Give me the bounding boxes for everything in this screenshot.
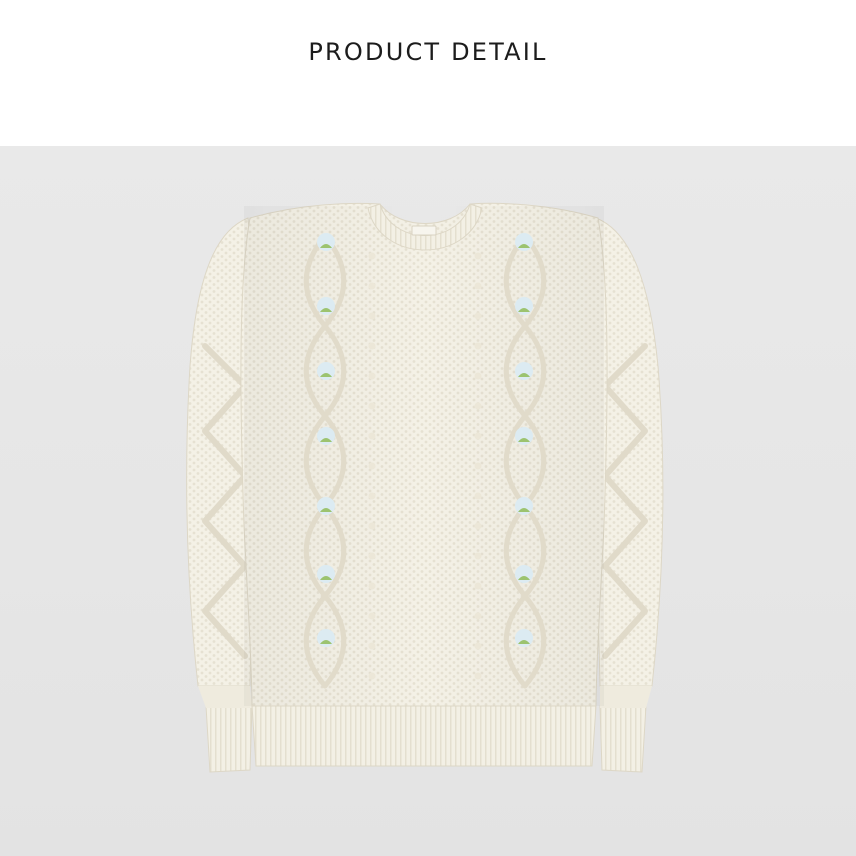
- bobble-column-left: [368, 252, 376, 680]
- page-header: PRODUCT DETAIL: [0, 0, 856, 146]
- sweater-body: [240, 202, 608, 767]
- bobble-column-right: [474, 252, 482, 680]
- sweater-icon: [186, 202, 664, 773]
- page-title: PRODUCT DETAIL: [308, 38, 548, 66]
- product-photo: [0, 146, 856, 856]
